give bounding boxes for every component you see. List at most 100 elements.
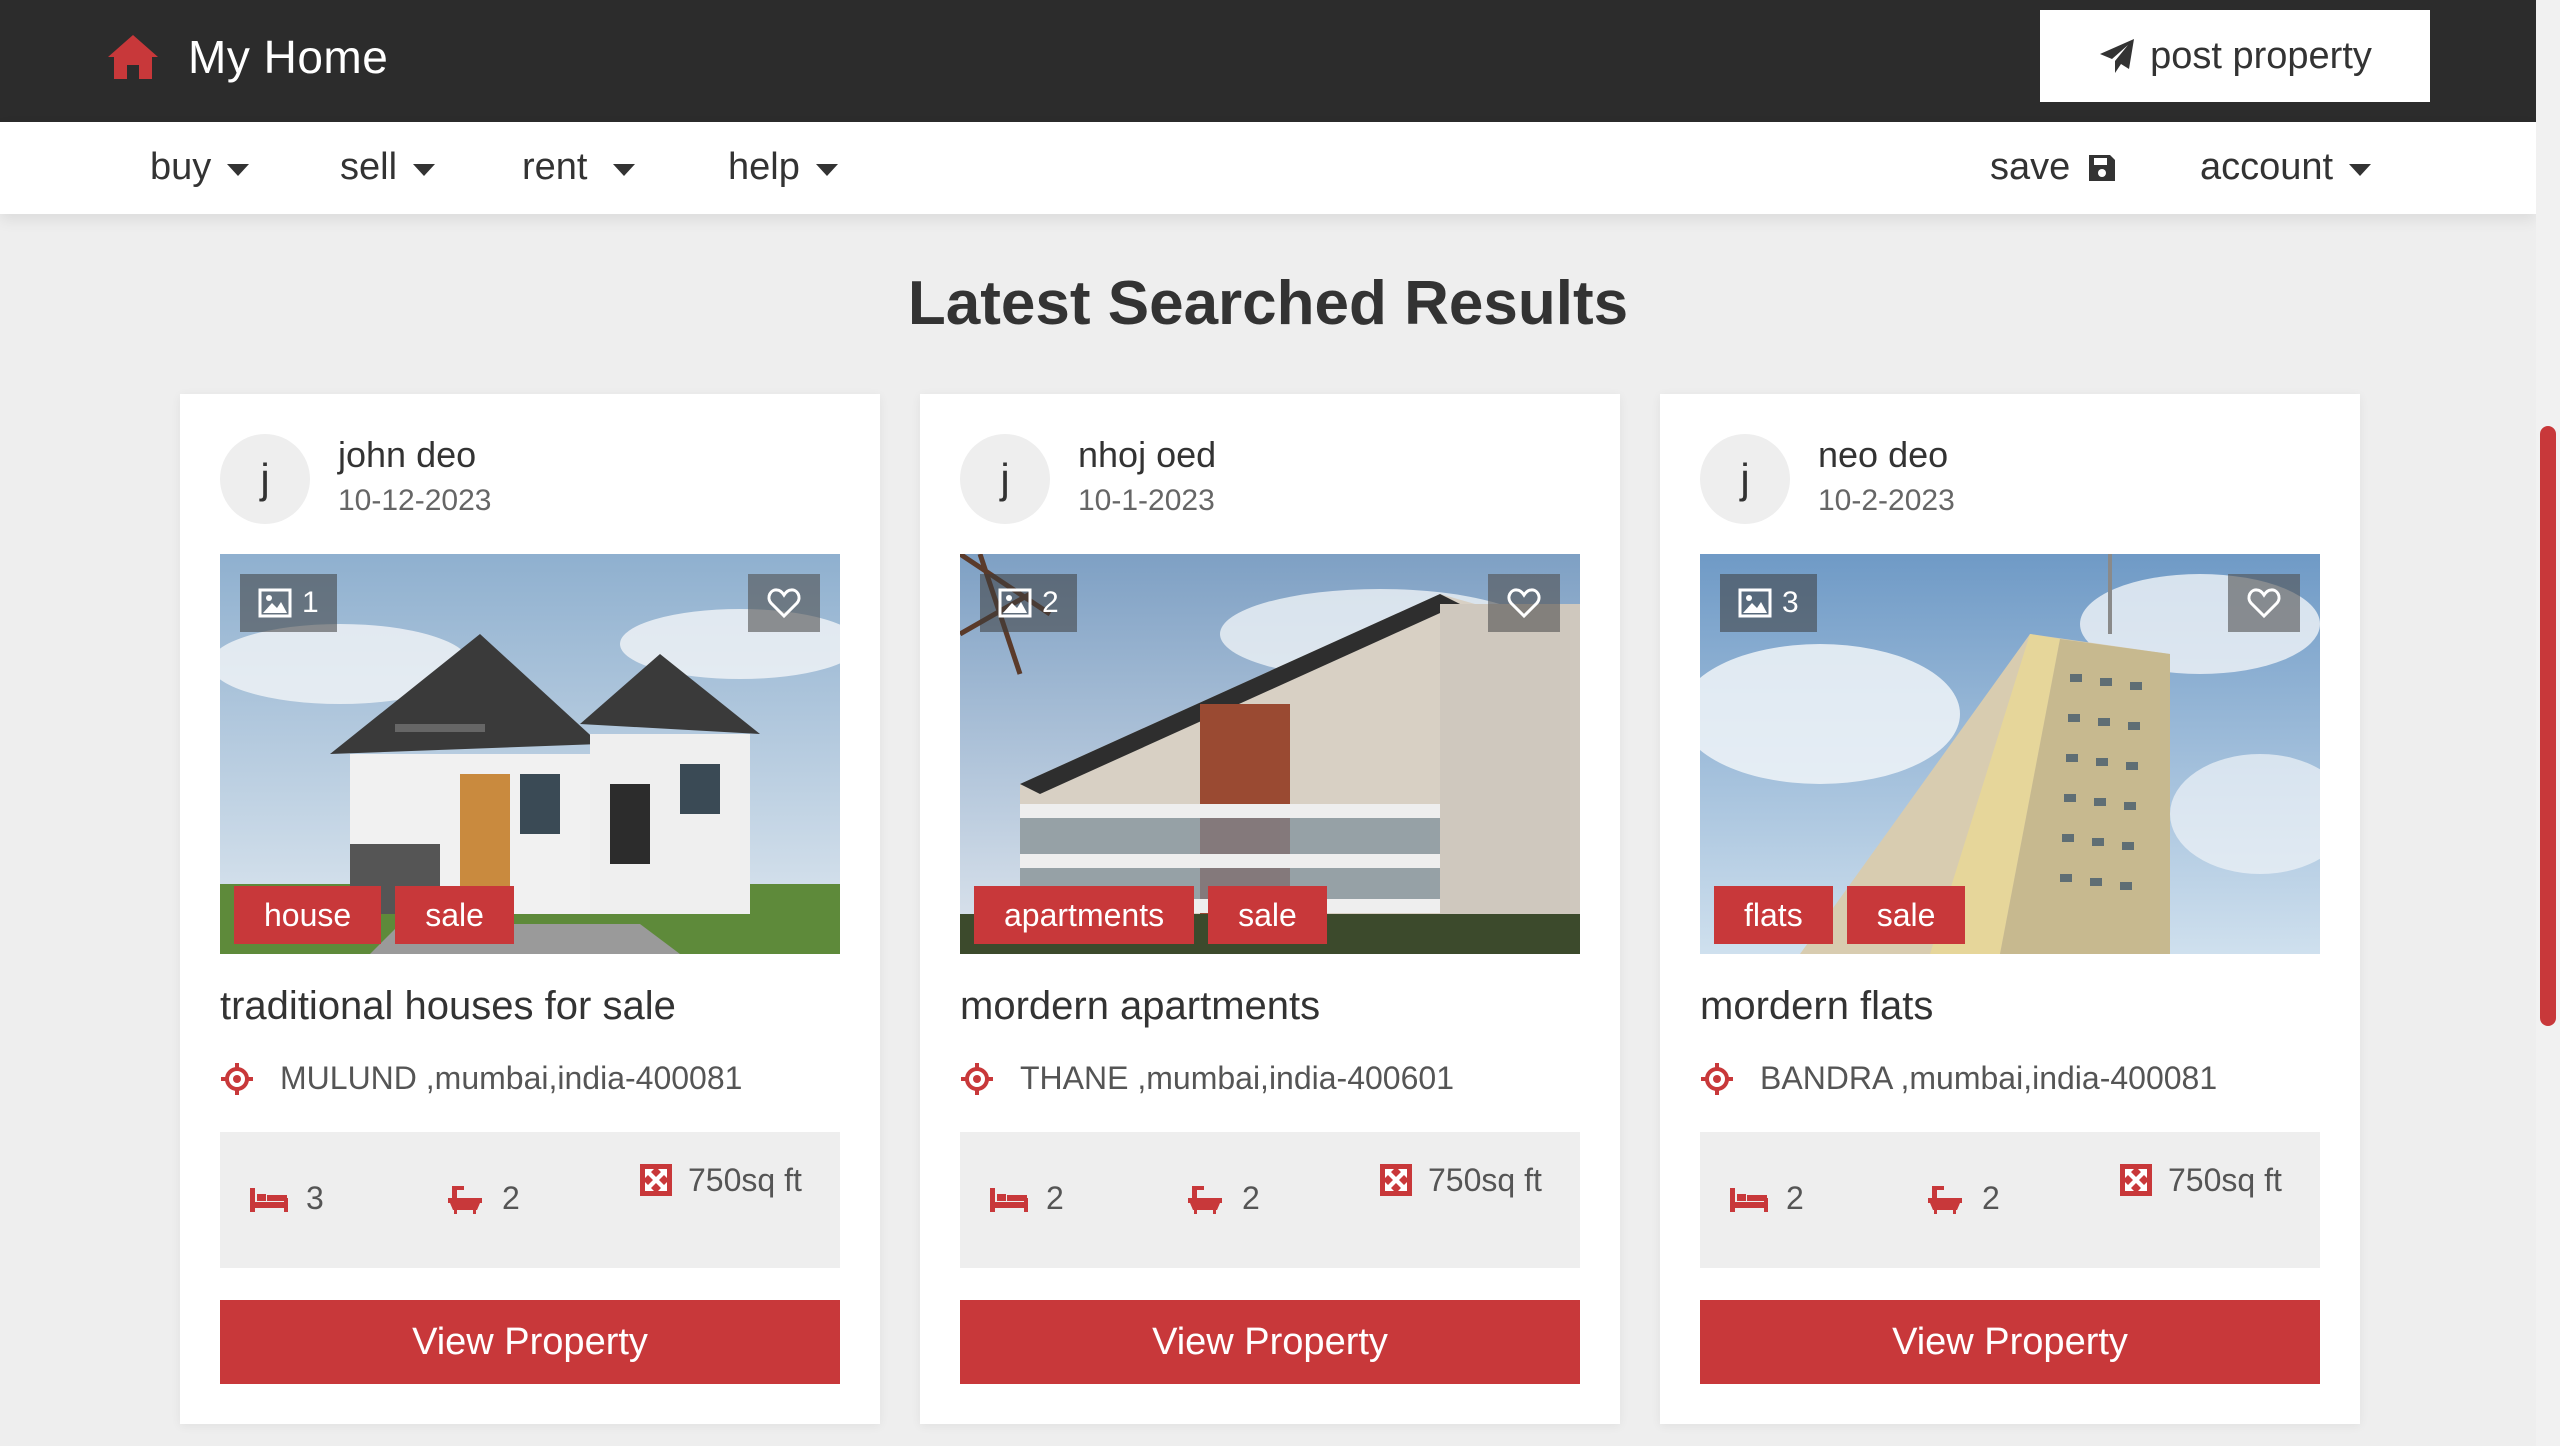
author-name: neo deo	[1818, 434, 1949, 475]
favorite-button[interactable]	[748, 574, 820, 632]
nav-item-sell[interactable]: sell	[340, 146, 436, 189]
nav-bar: buy sell rent help save account	[0, 122, 2536, 214]
tag-list: apartments sale	[974, 886, 1327, 944]
location-text: MULUND ,mumbai,india-400081	[280, 1060, 743, 1096]
tag-type[interactable]: house	[234, 886, 382, 944]
bed-icon	[990, 1187, 1028, 1212]
map-marker-icon	[221, 1062, 253, 1095]
avatar: j	[220, 434, 310, 524]
nav-label: buy	[150, 146, 212, 188]
favorite-button[interactable]	[1488, 574, 1560, 632]
tag-status[interactable]: sale	[395, 886, 514, 944]
area-value: 750sq ft	[1428, 1162, 1542, 1198]
bed-icon	[1730, 1187, 1768, 1212]
location-text: THANE ,mumbai,india-400601	[1020, 1060, 1454, 1096]
tag-type[interactable]: flats	[1714, 886, 1833, 944]
location-text: BANDRA ,mumbai,india-400081	[1760, 1060, 2218, 1096]
view-property-button[interactable]: View Property	[1700, 1300, 2320, 1384]
post-property-button[interactable]: post property	[2040, 10, 2430, 102]
image-count: 1	[302, 586, 319, 619]
baths-count: 2	[1242, 1180, 1260, 1216]
post-date: 10-12-2023	[338, 484, 492, 517]
property-title: mordern apartments	[960, 984, 1321, 1028]
chevron-down-icon	[227, 163, 250, 176]
scrollbar-thumb[interactable]	[2540, 426, 2556, 1026]
image-icon	[258, 588, 292, 618]
spec-beds: 3	[248, 1180, 324, 1217]
tag-status[interactable]: sale	[1846, 886, 1966, 944]
nav-label: rent	[522, 146, 588, 188]
nav-item-help[interactable]: help	[728, 146, 838, 189]
baths-count: 2	[502, 1180, 520, 1216]
tag-list: flats sale	[1714, 886, 1966, 944]
bath-icon	[1928, 1185, 1962, 1214]
spec-baths: 2	[1924, 1180, 2000, 1217]
tag-type[interactable]: apartments	[974, 886, 1195, 944]
post-date: 10-1-2023	[1078, 484, 1215, 517]
chevron-down-icon	[815, 163, 838, 176]
property-image[interactable]: 3 flats sale	[1700, 554, 2320, 954]
property-specs: 3 2 750sq ft	[220, 1132, 840, 1268]
property-location: THANE ,mumbai,india-400601	[960, 1060, 1454, 1097]
baths-count: 2	[1982, 1180, 2000, 1216]
property-specs: 2 2 750sq ft	[1700, 1132, 2320, 1268]
tag-list: house sale	[234, 886, 514, 944]
image-count: 2	[1042, 586, 1059, 619]
heart-icon	[767, 588, 801, 619]
top-header: My Home post property	[0, 0, 2536, 122]
map-marker-icon	[961, 1062, 993, 1095]
spec-area: 750sq ft	[640, 1160, 810, 1200]
nav-label: account	[2200, 146, 2334, 188]
bath-icon	[448, 1185, 482, 1214]
spec-baths: 2	[444, 1180, 520, 1217]
beds-count: 3	[306, 1180, 324, 1216]
image-count-badge: 2	[980, 574, 1077, 632]
favorite-button[interactable]	[2228, 574, 2300, 632]
home-icon	[108, 35, 158, 79]
author-name: john deo	[338, 434, 477, 475]
area-value: 750sq ft	[2168, 1162, 2282, 1198]
heart-icon	[2247, 588, 2281, 619]
chevron-down-icon	[413, 163, 436, 176]
floppy-disk-icon	[2089, 154, 2116, 181]
logo[interactable]: My Home	[106, 30, 388, 84]
view-property-button[interactable]: View Property	[960, 1300, 1580, 1384]
post-property-label: post property	[2150, 34, 2372, 77]
property-location: MULUND ,mumbai,india-400081	[220, 1060, 742, 1097]
nav-item-buy[interactable]: buy	[150, 146, 250, 189]
bath-icon	[1188, 1185, 1222, 1214]
page-title: Latest Searched Results	[907, 269, 1629, 338]
image-icon	[998, 588, 1032, 618]
chevron-down-icon	[2349, 163, 2372, 176]
image-count-badge: 1	[240, 574, 337, 632]
property-title: traditional houses for sale	[220, 984, 676, 1028]
property-image[interactable]: 2 apartments sale	[960, 554, 1580, 954]
area-icon	[640, 1164, 672, 1196]
property-image[interactable]: 1 house sale	[220, 554, 840, 954]
property-location: BANDRA ,mumbai,india-400081	[1700, 1060, 2217, 1097]
bed-icon	[250, 1187, 288, 1212]
scrollbar[interactable]	[2536, 0, 2560, 1446]
nav-item-account[interactable]: account	[2200, 146, 2372, 189]
beds-count: 2	[1046, 1180, 1064, 1216]
property-title: mordern flats	[1700, 984, 1934, 1028]
spec-area: 750sq ft	[1380, 1160, 1550, 1200]
property-card: j neo deo 10-2-2023 3 flats sale mordern…	[1660, 394, 2360, 1424]
spec-beds: 2	[1728, 1180, 1804, 1217]
nav-item-save[interactable]: save	[1990, 146, 2118, 189]
spec-beds: 2	[988, 1180, 1064, 1217]
nav-item-rent[interactable]: rent	[522, 146, 636, 189]
area-icon	[2120, 1164, 2152, 1196]
image-count: 3	[1782, 586, 1799, 619]
spec-baths: 2	[1184, 1180, 1260, 1217]
logo-text: My Home	[188, 31, 389, 83]
property-card: j john deo 10-12-2023 1 house sale tradi…	[180, 394, 880, 1424]
spec-area: 750sq ft	[2120, 1160, 2290, 1200]
nav-label: sell	[340, 146, 398, 188]
author-name: nhoj oed	[1078, 434, 1217, 475]
nav-label: help	[728, 146, 800, 188]
view-property-button[interactable]: View Property	[220, 1300, 840, 1384]
tag-status[interactable]: sale	[1208, 886, 1327, 944]
paper-plane-icon	[2100, 39, 2135, 73]
post-date: 10-2-2023	[1818, 484, 1955, 517]
